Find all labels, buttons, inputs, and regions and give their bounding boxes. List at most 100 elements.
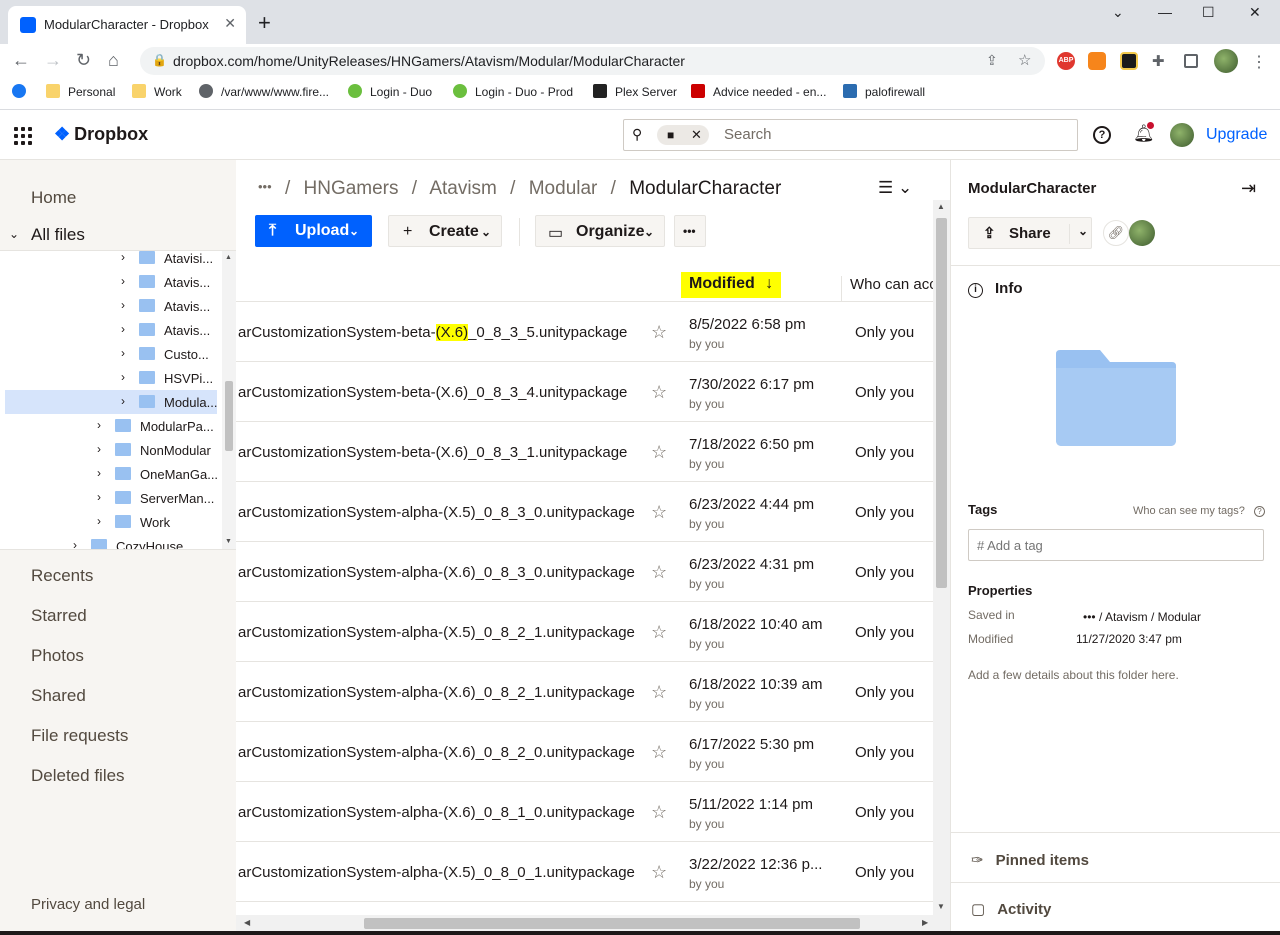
star-icon[interactable]: ☆ — [651, 742, 667, 763]
bookmark-login-duo-prod[interactable]: Login - Duo - Prod — [453, 84, 573, 99]
scroll-up-arrow-icon[interactable]: ▲ — [937, 202, 945, 211]
upgrade-link[interactable]: Upgrade — [1206, 126, 1267, 144]
search-box[interactable]: ⚲ ■ ✕ — [623, 119, 1078, 151]
file-row[interactable]: arCustomizationSystem-alpha-(X.5)_0_8_2_… — [236, 602, 933, 662]
pinned-items-section[interactable]: ✑ Pinned items — [971, 851, 1089, 869]
create-button[interactable]: + Create ⌄ — [388, 215, 502, 247]
nav-starred[interactable]: Starred — [31, 606, 87, 626]
tree-folder-item[interactable]: › Atavis... — [0, 270, 236, 294]
star-icon[interactable]: ☆ — [651, 322, 667, 343]
info-section-heading[interactable]: i Info — [968, 280, 1023, 298]
reload-icon[interactable]: ↻ — [76, 50, 91, 71]
tab-close-icon[interactable]: ✕ — [224, 15, 236, 32]
chevron-right-icon[interactable]: › — [97, 442, 101, 456]
bookmark-work[interactable]: Work — [132, 84, 182, 99]
share-button[interactable]: ⇪ Share ⌄ — [968, 217, 1092, 249]
file-row[interactable]: arCustomizationSystem-alpha-(X.6)_0_8_2_… — [236, 662, 933, 722]
file-row[interactable]: arCustomizationSystem-beta-(X.6)_0_8_3_4… — [236, 362, 933, 422]
file-name[interactable]: arCustomizationSystem-alpha-(X.5)_0_8_2_… — [238, 624, 635, 641]
organize-button[interactable]: ▭ Organize ⌄ — [535, 215, 665, 247]
chevron-right-icon[interactable]: › — [97, 418, 101, 432]
nav-file-requests[interactable]: File requests — [31, 726, 128, 746]
chevron-right-icon[interactable]: › — [73, 538, 77, 549]
breadcrumb-modular[interactable]: Modular — [529, 178, 598, 199]
scroll-left-arrow-icon[interactable]: ◀ — [244, 918, 250, 927]
tree-folder-item[interactable]: › Modula... — [5, 390, 217, 414]
chevron-right-icon[interactable]: › — [121, 322, 125, 336]
browser-menu-icon[interactable]: ⋮ — [1251, 52, 1269, 71]
nav-recents[interactable]: Recents — [31, 566, 93, 586]
file-name[interactable]: arCustomizationSystem-alpha-(X.5)_0_8_3_… — [238, 504, 635, 521]
tree-folder-item[interactable]: › NonModular — [0, 438, 236, 462]
bookmark-plex-server[interactable]: Plex Server — [593, 84, 677, 99]
file-row[interactable]: arCustomizationSystem-beta-(X.6)_0_8_3_5… — [236, 302, 933, 362]
star-icon[interactable]: ☆ — [651, 502, 667, 523]
nav-shared[interactable]: Shared — [31, 686, 86, 706]
tree-folder-item[interactable]: › ServerMan... — [0, 486, 236, 510]
file-row[interactable]: arCustomizationSystem-alpha-(X.6)_0_8_2_… — [236, 722, 933, 782]
scroll-right-arrow-icon[interactable]: ▶ — [922, 918, 928, 927]
new-tab-button[interactable]: + — [258, 12, 271, 34]
chevron-right-icon[interactable]: › — [97, 514, 101, 528]
nav-home[interactable]: Home — [31, 188, 76, 208]
file-name[interactable]: arCustomizationSystem-beta-(X.6)_0_8_3_1… — [238, 444, 627, 461]
nav-photos[interactable]: Photos — [31, 646, 84, 666]
share-dropdown-chevron-icon[interactable]: ⌄ — [1069, 224, 1088, 244]
upload-button[interactable]: ⤒ Upload ⌄ — [255, 215, 372, 247]
tree-scroll-down-icon[interactable]: ▼ — [225, 538, 232, 545]
add-details-link[interactable]: Add a few details about this folder here… — [968, 668, 1179, 682]
side-panel-icon[interactable] — [1184, 54, 1198, 68]
facebook-bookmark-icon[interactable] — [12, 84, 34, 99]
browser-tab[interactable]: ModularCharacter - Dropbox ✕ — [8, 6, 246, 44]
chevron-right-icon[interactable]: › — [121, 274, 125, 288]
file-name[interactable]: arCustomizationSystem-alpha-(X.6)_0_8_2_… — [238, 684, 635, 701]
breadcrumb-ellipsis[interactable]: ••• — [258, 179, 272, 194]
share-page-icon[interactable]: ⇪ — [986, 52, 998, 69]
bookmark-login-duo[interactable]: Login - Duo — [348, 84, 432, 99]
file-name[interactable]: arCustomizationSystem-beta-(X.6)_0_8_3_5… — [238, 324, 627, 341]
tree-folder-item[interactable]: › Custo... — [0, 342, 236, 366]
file-name[interactable]: arCustomizationSystem-alpha-(X.6)_0_8_1_… — [238, 804, 635, 821]
tree-folder-item[interactable]: › Atavis... — [0, 294, 236, 318]
tree-folder-item[interactable]: › HSVPi... — [0, 366, 236, 390]
tags-help-link[interactable]: Who can see my tags? ? — [1133, 505, 1265, 517]
metamask-extension-icon[interactable] — [1088, 52, 1106, 70]
file-row[interactable]: arCustomizationSystem-alpha-(X.5)_0_8_0_… — [236, 842, 933, 902]
bookmark-palofirewall[interactable]: palofirewall — [843, 84, 925, 99]
help-icon[interactable]: ? — [1093, 126, 1111, 144]
file-row[interactable]: arCustomizationSystem-beta-(X.6)_0_8_3_1… — [236, 422, 933, 482]
modified-column-header[interactable]: Modified ↓ — [681, 272, 782, 298]
bookmark-var-www[interactable]: /var/www/www.fire... — [199, 84, 329, 99]
chevron-right-icon[interactable]: › — [121, 298, 125, 312]
bookmark-star-icon[interactable]: ☆ — [1018, 51, 1031, 69]
forward-icon[interactable]: → — [44, 50, 62, 71]
chevron-right-icon[interactable]: › — [121, 346, 125, 360]
nav-all-files[interactable]: All files — [31, 225, 85, 245]
apps-grid-icon[interactable] — [14, 127, 32, 145]
star-icon[interactable]: ☆ — [651, 862, 667, 883]
close-window-button[interactable]: ✕ — [1249, 4, 1261, 21]
breadcrumb-atavism[interactable]: Atavism — [429, 178, 497, 199]
view-toggle-icon[interactable]: ☰ ⌄ — [878, 178, 912, 198]
file-row[interactable]: arCustomizationSystem-alpha-(X.5)_0_8_3_… — [236, 482, 933, 542]
chevron-right-icon[interactable]: › — [97, 466, 101, 480]
account-avatar[interactable] — [1170, 123, 1194, 147]
home-icon[interactable]: ⌂ — [108, 50, 119, 71]
activity-section[interactable]: ▢ Activity — [971, 900, 1051, 918]
search-input[interactable] — [724, 126, 1024, 143]
add-tag-input[interactable] — [968, 529, 1264, 561]
tree-folder-item[interactable]: › Work — [0, 510, 236, 534]
bookmark-advice-needed[interactable]: Advice needed - en... — [691, 84, 826, 99]
star-icon[interactable]: ☆ — [651, 562, 667, 583]
chevron-right-icon[interactable]: › — [97, 490, 101, 504]
scroll-down-arrow-icon[interactable]: ▼ — [937, 902, 945, 911]
tree-folder-item[interactable]: › Atavis... — [0, 318, 236, 342]
minimize-button[interactable]: — — [1158, 4, 1172, 20]
chevron-right-icon[interactable]: › — [121, 370, 125, 384]
horizontal-scrollbar-thumb[interactable] — [364, 918, 860, 929]
file-name[interactable]: arCustomizationSystem-alpha-(X.5)_0_8_0_… — [238, 864, 635, 881]
folder-filter-chip[interactable]: ■ ✕ — [657, 125, 709, 145]
dropbox-logo[interactable]: ❖ Dropbox — [54, 124, 148, 145]
file-name[interactable]: arCustomizationSystem-alpha-(X.6)_0_8_2_… — [238, 744, 635, 761]
file-row[interactable]: arCustomizationSystem-alpha-(X.6)_0_8_3_… — [236, 542, 933, 602]
